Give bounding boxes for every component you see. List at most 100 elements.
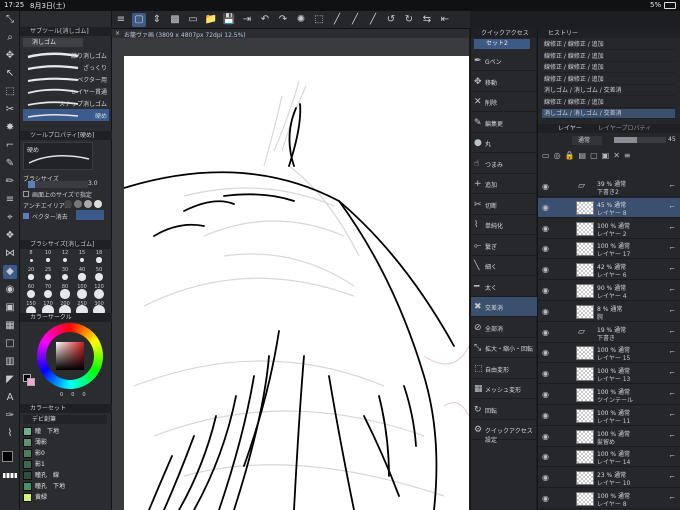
document-tab[interactable]: × お籠ヴァ画 (3809 x 4807px 72dpi 12.5%) [112,29,469,39]
quick-access-item[interactable]: ⟜ 繋ぎ [471,236,537,256]
history-item[interactable]: 線修正 / 線修正 / 追加 [542,52,675,62]
color-swatch[interactable]: 薄影 [23,438,107,448]
brush-size-preset[interactable]: 12 [57,250,73,267]
layer-row[interactable]: ◉ 100 % 通常 レイヤー 14 ⌐ [538,447,680,468]
quick-access-item[interactable]: ✖ 交差消 [471,297,537,317]
color-swatch[interactable]: 瞳孔 線 [23,471,107,481]
brush-size-preset[interactable]: 80 [57,284,73,301]
eraser-icon[interactable]: ◆ [3,265,17,279]
quick-access-item[interactable]: + 追加 [471,174,537,194]
brush-size-preset[interactable]: 20 [23,267,39,284]
layer-lock-icon[interactable]: ⌐ [669,244,675,252]
quick-access-item[interactable]: ━ 太く [471,277,537,297]
quick-access-item[interactable]: ▦ メッシュ変形 [471,379,537,399]
figure-icon[interactable]: □ [3,337,17,351]
transform-icon[interactable]: ✺ [294,13,308,27]
history-item[interactable]: 線修正 / 線修正 / 追加 [542,63,675,73]
quick-access-item[interactable]: ⚙ クイックアクセス設定 [471,420,537,444]
lasso-icon[interactable]: ✂ [3,103,17,117]
layer-visibility-icon[interactable]: ◉ [542,203,549,212]
history-item[interactable]: 線修正 / 線修正 / 追加 [542,40,675,50]
document-close-icon[interactable]: × [115,30,120,37]
quick-access-item[interactable]: ⤡ 拡大・縮小・回転 [471,338,537,358]
layer-visibility-icon[interactable]: ◉ [542,473,549,482]
layer-delete-icon[interactable]: ✕ [613,151,620,163]
flip-icon[interactable]: ⇕ [150,13,164,27]
line-correct-icon[interactable]: ⌇ [3,427,17,441]
layer-row[interactable]: ◉ 100 % 通常 ツインテール ⌐ [538,385,680,405]
layer-lock-icon[interactable]: ⌐ [669,328,675,336]
brush-size-preset[interactable]: 30 [57,267,73,284]
brush-size-preset[interactable]: 70 [40,284,56,301]
save-icon[interactable]: 💾 [222,13,236,27]
layer-row[interactable]: ◉ 100 % 通常 レイヤー 11 ⌐ [538,406,680,426]
quick-access-item[interactable]: ✎ 編集更 [471,113,537,133]
layer-header[interactable]: レイヤー [558,124,582,133]
select-all-icon[interactable]: ▢ [132,13,146,27]
balloon-icon[interactable]: ✑ [3,409,17,423]
ruler-a-icon[interactable]: ╱ [330,13,344,27]
quick-access-item[interactable]: ⌇ 単純化 [471,215,537,235]
quick-access-item[interactable]: ☝ つまみ [471,154,537,174]
undo-icon[interactable]: ↶ [258,13,272,27]
vector-erase-mode[interactable] [76,210,104,220]
quick-access-item[interactable]: ⊘ 全部消 [471,318,537,338]
eyedropper-icon[interactable]: ⌐ [3,139,17,153]
layer-visibility-icon[interactable]: ◉ [542,244,549,253]
quick-access-item[interactable]: ╲ 細く [471,256,537,276]
transparent-color-swatch[interactable] [3,473,17,478]
quick-access-item[interactable]: ✂ 切断 [471,195,537,215]
move-icon[interactable]: ✥ [3,49,17,63]
sub-color-icon[interactable] [27,378,35,386]
layer-visibility-icon[interactable]: ◉ [542,432,549,441]
layer-folder-icon[interactable]: ▣ [602,151,610,163]
ruler-c-icon[interactable]: ╱ [366,13,380,27]
layer-lock-icon[interactable]: ⌐ [669,307,675,315]
sub-tool-brush[interactable]: 練り消しゴム [23,49,109,61]
layer-visibility-icon[interactable]: ◉ [542,452,549,461]
layer-lock-icon[interactable]: ⌐ [669,432,675,440]
frame-icon[interactable]: ▥ [3,355,17,369]
color-swatch[interactable]: 黄緑 [23,493,107,503]
ruler-icon[interactable]: ◤ [3,373,17,387]
layer-visibility-icon[interactable]: ◉ [542,369,549,378]
brush-size-preset[interactable]: 15 [74,250,90,267]
layer-folder-icon[interactable]: ▱ [578,181,585,191]
clear-icon[interactable]: ⇤ [438,13,452,27]
pencil-icon[interactable]: ✏ [3,175,17,189]
brush-icon[interactable]: ≡ [3,193,17,207]
layer-row[interactable]: ◉ 42 % 通常 レイヤー 6 ⌐ [538,260,680,281]
layer-visibility-icon[interactable]: ◉ [542,182,549,191]
layer-lock-icon[interactable]: ⌐ [669,473,675,481]
quick-access-item[interactable]: ✒ Gペン [471,51,537,71]
layer-menu-icon[interactable]: ≡ [624,151,631,163]
layer-row[interactable]: ◉ 8 % 通常腕 ⌐ [538,302,680,322]
layer-visibility-icon[interactable]: ◉ [542,411,549,420]
layer-mask-icon[interactable]: ▤ [579,151,587,163]
airbrush-icon[interactable]: ⌖ [3,211,17,225]
layer-visibility-icon[interactable]: ◉ [542,307,549,316]
sub-tool-tab[interactable]: 消しゴム [23,38,83,47]
decoration-icon[interactable]: ❖ [3,229,17,243]
canvas-icon[interactable]: ▭ [186,13,200,27]
grid-icon[interactable]: ▩ [168,13,182,27]
quick-access-item[interactable]: ✥ 移動 [471,72,537,92]
layer-row[interactable]: ◉ 100 % 通常 レイヤー 13 ⌐ [538,364,680,385]
layer-lock-icon[interactable]: ⌐ [669,265,675,273]
layer-lock-icon[interactable]: 🔒 [565,151,575,163]
layer-lock-icon[interactable]: ⌐ [669,369,675,377]
layer-row[interactable]: ◉ 100 % 通常 髪留め ⌐ [538,427,680,447]
vector-erase-checkbox[interactable] [23,213,29,219]
layer-lock-icon[interactable]: ⌐ [669,348,675,356]
blend-icon[interactable]: ◉ [3,283,17,297]
layer-folder-icon[interactable]: ▱ [578,327,585,337]
brush-size-preset[interactable]: 25 [40,267,56,284]
layer-lock-icon[interactable]: ⌐ [669,203,675,211]
selection-icon[interactable]: ⬚ [3,85,17,99]
zoom-icon[interactable]: ⌕ [3,31,17,45]
layer-row[interactable]: ◉ 100 % 通常 レイヤー 15 ⌐ [538,343,680,364]
brush-size-preset[interactable]: 120 [91,284,107,301]
layer-lock-icon[interactable]: ⌐ [669,411,675,419]
drawing-canvas[interactable] [124,56,469,510]
main-color-swatch[interactable] [2,451,13,462]
